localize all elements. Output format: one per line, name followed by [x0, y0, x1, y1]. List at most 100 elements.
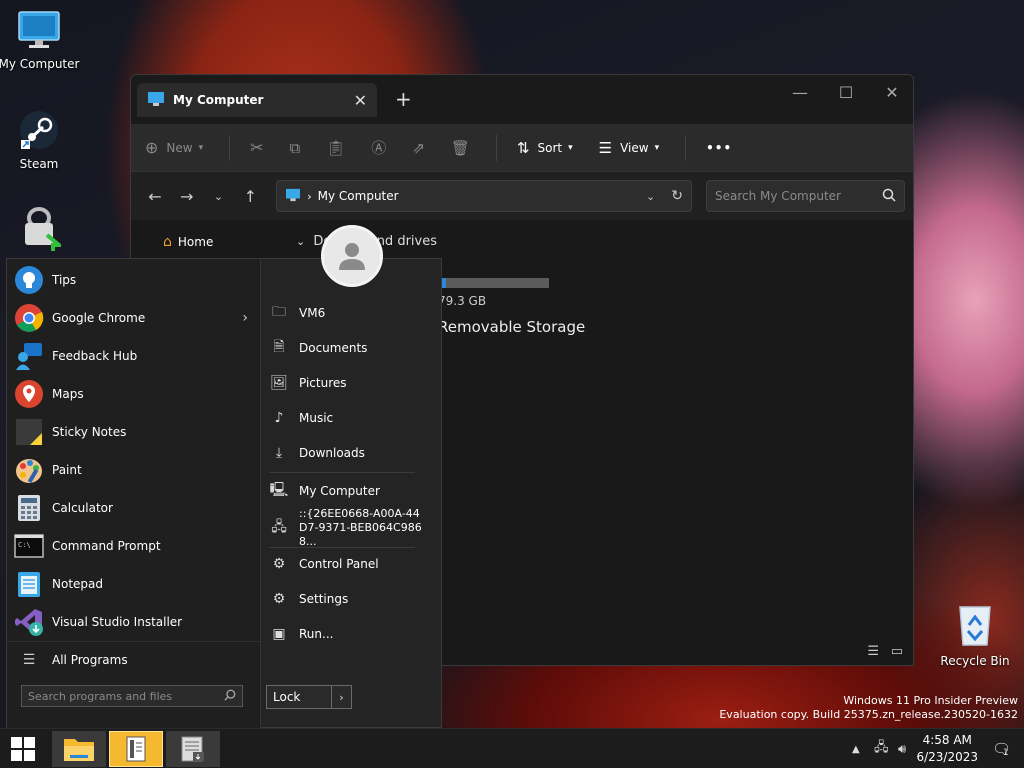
- close-window-button[interactable]: ✕: [869, 83, 913, 102]
- desktop-icon-my-computer[interactable]: My Computer: [0, 10, 81, 71]
- rename-button[interactable]: Ⓐ: [371, 137, 386, 158]
- maximize-button[interactable]: ☐: [823, 83, 869, 102]
- place-label: Control Panel: [299, 557, 379, 571]
- recent-locations-button[interactable]: ⌄: [203, 190, 235, 203]
- program-maps[interactable]: Maps: [7, 375, 260, 413]
- chevron-down-icon[interactable]: ⌄: [646, 190, 655, 203]
- tab-my-computer[interactable]: My Computer ✕: [137, 83, 377, 117]
- new-tab-button[interactable]: +: [395, 87, 412, 111]
- place-label: Run...: [299, 627, 334, 641]
- download-icon: ⤓: [275, 445, 283, 461]
- desktop-icon-recycle-bin[interactable]: Recycle Bin: [933, 603, 1017, 668]
- place-settings[interactable]: ⚙ Settings: [269, 585, 349, 613]
- search-icon[interactable]: [882, 188, 896, 205]
- lock-button-group: Lock ›: [266, 685, 352, 709]
- program-label: Calculator: [52, 501, 113, 515]
- show-hidden-icons-button[interactable]: ▲: [852, 729, 860, 768]
- forward-button[interactable]: →: [171, 187, 203, 206]
- user-folder-icon: 🗀: [272, 304, 286, 320]
- taskbar-clock[interactable]: 4:58 AM 6/23/2023: [916, 732, 978, 766]
- start-search-input[interactable]: [28, 689, 224, 703]
- program-tips[interactable]: Tips: [7, 261, 260, 299]
- chevron-right-icon[interactable]: ›: [242, 310, 248, 326]
- place-music[interactable]: ♪ Music: [269, 404, 334, 432]
- share-icon: ⇗: [412, 138, 425, 157]
- tiles-view-icon[interactable]: ▭: [891, 644, 903, 659]
- place-label: Music: [299, 411, 334, 425]
- search-input[interactable]: [715, 189, 882, 203]
- notification-center-button[interactable]: 🗨︎ 1: [992, 729, 1011, 768]
- refresh-icon[interactable]: ↻: [671, 188, 683, 204]
- volume-icon[interactable]: 🔊︎: [898, 729, 906, 768]
- place-control-panel[interactable]: ⚙︎ Control Panel: [269, 550, 379, 578]
- place-label: Pictures: [299, 376, 347, 390]
- close-tab-icon[interactable]: ✕: [354, 91, 367, 110]
- title-bar: My Computer ✕ + — ☐ ✕: [131, 75, 913, 124]
- chevron-right-icon: ›: [307, 189, 312, 203]
- more-options-button[interactable]: •••: [706, 141, 732, 155]
- notepad-icon: [13, 568, 45, 600]
- program-google-chrome[interactable]: Google Chrome ›: [7, 299, 260, 337]
- program-command-prompt[interactable]: C:\ Command Prompt: [7, 527, 260, 565]
- chevron-right-icon[interactable]: ›: [331, 686, 351, 708]
- place-my-computer[interactable]: 🖳 My Computer: [269, 477, 380, 505]
- sort-button[interactable]: ⇅ Sort ▾: [517, 139, 573, 157]
- taskbar-file-explorer[interactable]: [52, 731, 106, 767]
- cut-button[interactable]: ✂: [250, 138, 263, 157]
- copy-button[interactable]: ⧉: [290, 139, 301, 157]
- network-icon[interactable]: 🖧: [874, 729, 889, 768]
- steam-icon: [0, 110, 81, 153]
- start-search-box[interactable]: [21, 685, 243, 707]
- address-path: My Computer: [317, 189, 399, 203]
- monitor-icon: [285, 188, 301, 205]
- back-button[interactable]: ←: [139, 187, 171, 206]
- nav-pane-home[interactable]: ⌂ Home: [163, 234, 213, 250]
- divider: [685, 134, 687, 161]
- program-sticky-notes[interactable]: Sticky Notes: [7, 413, 260, 451]
- desktop-icon-label: Steam: [19, 157, 59, 171]
- desktop-icon-steam[interactable]: Steam: [0, 110, 81, 171]
- clock-time: 4:58 AM: [922, 733, 972, 747]
- place-label: ::{26EE0668-A00A-44D7-9371-BEB064C9868..…: [299, 507, 422, 548]
- command-bar: ⊕ New ▾ ✂ ⧉ 📋︎ Ⓐ ⇗ 🗑︎ ⇅ Sort ▾ ☰ View ▾ …: [131, 124, 913, 172]
- taskbar-app-book[interactable]: [109, 731, 163, 767]
- program-label: Visual Studio Installer: [52, 615, 183, 629]
- taskbar-app-window[interactable]: [166, 731, 220, 767]
- desktop-icon-label: Recycle Bin: [940, 654, 1010, 668]
- tips-icon: [13, 264, 45, 296]
- new-button[interactable]: ⊕ New ▾: [145, 138, 203, 157]
- divider: [229, 134, 231, 161]
- program-notepad[interactable]: Notepad: [7, 565, 260, 603]
- program-paint[interactable]: Paint: [7, 451, 260, 489]
- program-feedback-hub[interactable]: Feedback Hub: [7, 337, 260, 375]
- program-visual-studio-installer[interactable]: Visual Studio Installer: [7, 603, 260, 641]
- program-calculator[interactable]: Calculator: [7, 489, 260, 527]
- clipboard-icon: 📋︎: [326, 138, 346, 157]
- details-view-icon[interactable]: ☰: [867, 644, 879, 659]
- up-button[interactable]: ↑: [234, 187, 266, 206]
- paste-button[interactable]: 📋︎: [326, 139, 345, 157]
- place-documents[interactable]: 🗎 Documents: [269, 334, 367, 362]
- share-button[interactable]: ⇗: [412, 139, 425, 157]
- lock-button[interactable]: Lock: [267, 690, 331, 704]
- start-button[interactable]: [0, 731, 46, 767]
- place-run[interactable]: ▣ Run...: [269, 620, 333, 648]
- place-downloads[interactable]: ⤓ Downloads: [269, 439, 365, 467]
- desktop-icon-lock-shortcut[interactable]: [0, 205, 81, 258]
- address-bar[interactable]: › My Computer ⌄ ↻: [276, 180, 692, 212]
- minimize-button[interactable]: —: [777, 83, 823, 102]
- svg-text:C:\: C:\: [18, 541, 31, 549]
- search-box[interactable]: [706, 180, 905, 212]
- place-network-guid[interactable]: 🖧 ::{26EE0668-A00A-44D7-9371-BEB064C9868…: [269, 507, 423, 548]
- view-button[interactable]: ☰ View ▾: [599, 139, 659, 157]
- all-programs-button[interactable]: ☰ All Programs: [7, 641, 260, 677]
- user-avatar[interactable]: [321, 225, 383, 287]
- place-pictures[interactable]: 🖼︎ Pictures: [269, 369, 347, 397]
- place-vm6[interactable]: 🗀 VM6: [269, 299, 325, 327]
- delete-button[interactable]: 🗑︎: [451, 139, 470, 157]
- view-label: View: [620, 140, 649, 155]
- removable-storage-label[interactable]: Removable Storage: [438, 318, 585, 336]
- address-row: ← → ⌄ ↑ › My Computer ⌄ ↻: [131, 172, 913, 220]
- search-icon[interactable]: [224, 689, 236, 704]
- rename-icon: Ⓐ: [371, 139, 387, 157]
